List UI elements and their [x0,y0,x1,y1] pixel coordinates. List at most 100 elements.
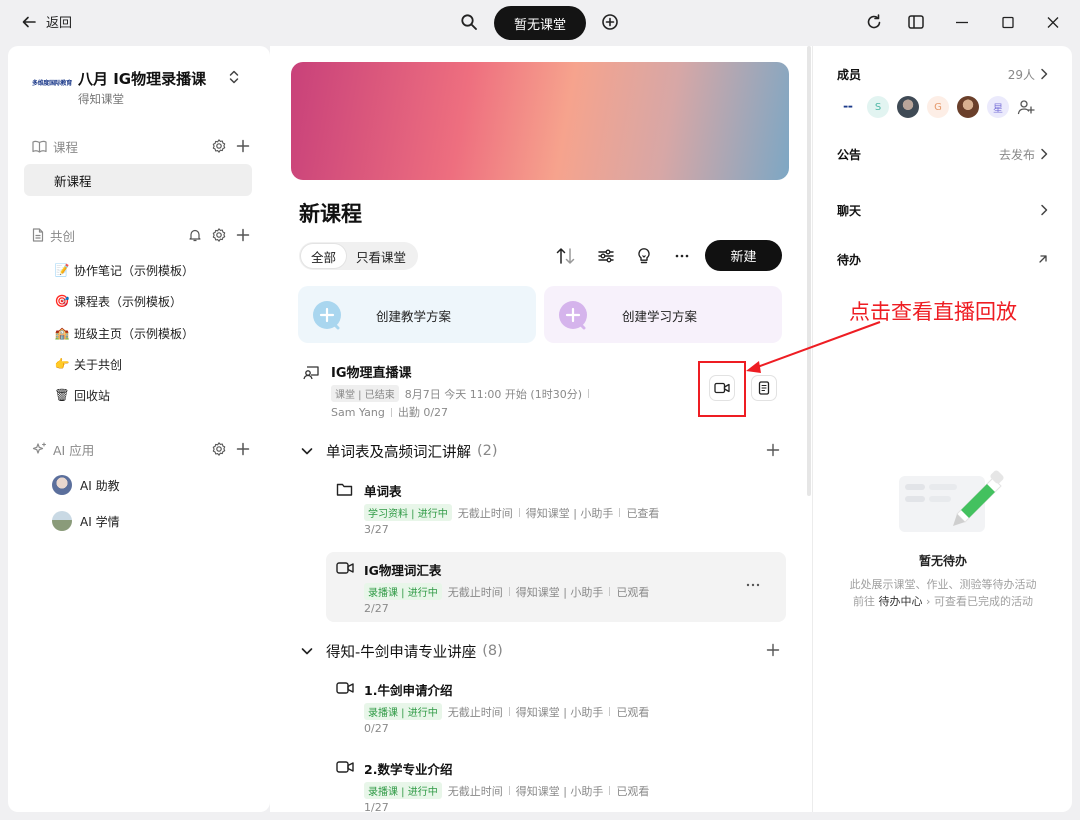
trash-icon: 🗑 [54,388,70,402]
sidebar-item-schedule[interactable]: 🎯 课程表（示例模板） [54,290,183,312]
tips-button[interactable] [635,247,653,269]
item-title: 1.牛剑申请介绍 [364,683,453,698]
plus-icon[interactable] [236,228,250,242]
filter-class-only-tab[interactable]: 只看课堂 [346,244,416,268]
sidebar-item-about[interactable]: 👉 关于共创 [54,353,123,375]
ai-analytics-avatar [52,511,72,531]
memo-icon: 📝 [54,263,70,277]
group-header-oxbridge[interactable]: 得知-牛剑申请专业讲座 (8) [300,639,780,663]
back-button[interactable]: 返回 [22,12,72,31]
group-header-vocab[interactable]: 单词表及高频词汇讲解 (2) [300,439,780,463]
ai-section-header: AI 应用 [32,439,254,459]
main-scrollbar[interactable] [807,46,811,496]
bell-icon[interactable] [188,228,202,242]
book-icon [32,140,47,153]
item-count: 3/27 [364,523,389,536]
item-meta: 录播课 | 进行中 无截止时间 得知课堂 | 小助手 已观看 [364,782,649,799]
plus-icon[interactable] [236,442,250,456]
sidebar-item-notes[interactable]: 📝 协作笔记（示例模板） [54,259,195,281]
avatar[interactable] [897,96,919,118]
item-title: IG物理词汇表 [364,563,442,578]
sidebar-item-label: 协作笔记（示例模板） [74,263,195,278]
gear-icon[interactable] [212,228,226,242]
create-learning-plan-card[interactable]: 创建学习方案 [544,286,782,343]
chat-row[interactable]: 聊天 [837,200,1049,220]
members-count: 29人 [1007,67,1035,82]
sort-icon [556,248,575,264]
empty-todo-hint: 前往 待办中心 › 可查看已完成的活动 [853,595,1033,608]
item-status-tag: 录播课 | 进行中 [364,782,442,799]
add-member-icon[interactable] [1017,99,1035,115]
live-class-meta: 课堂 | 已结束 8月7日 今天 11:00 开始 (1时30分) [331,385,589,402]
sidebar-item-new-course[interactable]: 新课程 [24,164,252,196]
gear-icon[interactable] [212,139,226,153]
avatar[interactable]: ▬▬ [837,96,859,118]
filter-settings-button[interactable] [597,247,615,269]
lightbulb-icon [638,248,650,264]
right-panel: 成员 29人 ▬▬ S G 星 公告 去发布 聊天 待办 暂无待办 此处展示课堂… [812,46,1072,812]
ai-assistant-avatar [52,475,72,495]
close-icon [1047,17,1059,28]
members-label: 成员 [837,67,862,82]
video-camera-icon [336,562,354,574]
more-horizontal-icon[interactable] [746,582,760,588]
list-item[interactable]: IG物理词汇表 录播课 | 进行中 无截止时间 得知课堂 | 小助手 已观看 2… [326,552,786,622]
main-content: 新课程 全部 只看课堂 新建 创建教学方案 创建学习方案 IG物理直播课 课堂 … [270,46,812,812]
members-row[interactable]: 成员 29人 [837,64,1049,84]
item-meta: 录播课 | 进行中 无截止时间 得知课堂 | 小助手 已观看 [364,703,649,720]
card-label: 创建学习方案 [622,309,698,324]
item-status-tag: 学习资料 | 进行中 [364,504,452,521]
add-button[interactable] [601,13,619,35]
minimize-icon [956,21,968,24]
search-button[interactable] [460,13,478,35]
brand-logo: 多维度国际教育 [32,80,72,87]
sliders-icon [598,249,614,263]
gear-icon[interactable] [212,442,226,456]
item-meta: 录播课 | 进行中 无截止时间 得知课堂 | 小助手 已观看 [364,583,649,600]
todo-center-link[interactable]: 待办中心 [879,595,923,608]
avatar[interactable]: G [927,96,949,118]
filter-segment: 全部 只看课堂 [299,242,419,270]
refresh-button[interactable] [865,13,883,35]
new-button[interactable]: 新建 [705,240,782,271]
plus-icon[interactable] [236,139,250,153]
minimize-button[interactable] [954,13,970,35]
class-report-button[interactable] [751,375,777,401]
notice-row[interactable]: 公告 去发布 [837,144,1049,164]
more-button[interactable] [673,247,691,269]
plus-icon[interactable] [766,443,780,457]
maximize-button[interactable] [1000,13,1016,35]
ai-section-label: AI 应用 [53,442,95,458]
sidebar-item-trash[interactable]: 🗑 回收站 [54,384,110,406]
group-count: (2) [477,443,498,459]
sparkle-icon [32,442,47,454]
course-title: 八月 IG物理录播课 [78,70,207,88]
sidebar-item-label: 回收站 [74,388,111,403]
create-teaching-plan-card[interactable]: 创建教学方案 [298,286,536,343]
avatar[interactable]: 星 [987,96,1009,118]
sidebar-item-ai-assistant[interactable]: AI 助教 [52,474,120,496]
chevron-down-icon [301,448,313,455]
list-item[interactable]: 2.数学专业介绍 录播课 | 进行中 无截止时间 得知课堂 | 小助手 已观看 … [326,751,786,812]
sidebar-toggle-button[interactable] [907,13,925,35]
current-class-pill[interactable]: 暂无课堂 [494,6,586,40]
sidebar-item-ai-analytics[interactable]: AI 学情 [52,510,120,532]
maximize-icon [1002,16,1014,29]
panel-icon [908,15,924,29]
course-switch-button[interactable] [228,68,240,90]
plus-icon[interactable] [766,643,780,657]
sidebar-item-label: AI 学情 [80,514,120,529]
sidebar-item-class-home[interactable]: 🏫 班级主页（示例模板） [54,322,195,344]
sidebar-item-label: 课程表（示例模板） [74,294,183,309]
filter-all-tab[interactable]: 全部 [301,244,347,268]
member-avatars: ▬▬ S G 星 [837,96,1035,118]
list-item[interactable]: 1.牛剑申请介绍 录播课 | 进行中 无截止时间 得知课堂 | 小助手 已观看 … [326,672,786,742]
avatar[interactable]: S [867,96,889,118]
card-label: 创建教学方案 [376,309,452,324]
list-item[interactable]: 单词表 学习资料 | 进行中 无截止时间 得知课堂 | 小助手 已查看 3/27 [326,473,786,543]
close-button[interactable] [1045,13,1061,35]
avatar[interactable] [957,96,979,118]
sort-button[interactable] [556,247,576,269]
todo-row[interactable]: 待办 [837,249,1049,269]
chevron-right-icon: › [926,595,931,608]
